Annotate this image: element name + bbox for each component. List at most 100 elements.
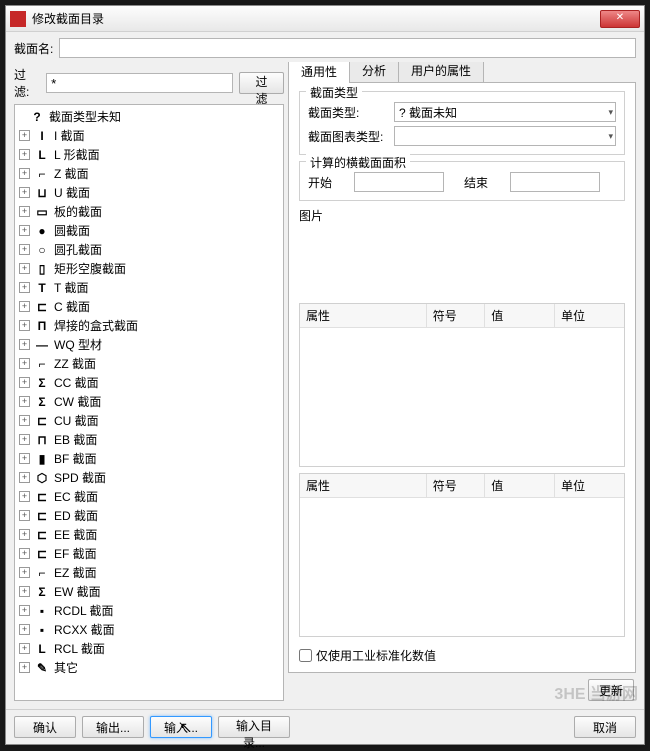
expand-icon[interactable]: + <box>19 149 30 160</box>
cancel-button[interactable]: 取消 <box>574 716 636 738</box>
section-name-label: 截面名: <box>14 40 53 57</box>
expand-icon[interactable]: + <box>19 206 30 217</box>
ok-button[interactable]: 确认 <box>14 716 76 738</box>
property-table-1[interactable]: 属性 符号 值 单位 <box>299 303 625 467</box>
section-shape-icon: Σ <box>34 585 50 599</box>
expand-icon[interactable]: + <box>19 548 30 559</box>
expand-icon[interactable]: + <box>19 130 30 141</box>
tree-item[interactable]: +⊏EE 截面 <box>15 525 283 544</box>
import-dir-button[interactable]: 输入目录... <box>218 716 290 738</box>
section-shape-icon: ⊓ <box>34 433 50 447</box>
tree-item-label: 板的截面 <box>54 203 102 220</box>
end-input[interactable] <box>510 172 600 192</box>
tree-item[interactable]: +⌐ZZ 截面 <box>15 354 283 373</box>
tree-item[interactable]: +○圆孔截面 <box>15 240 283 259</box>
tree-item[interactable]: +ΣCC 截面 <box>15 373 283 392</box>
property-table-2[interactable]: 属性 符号 值 单位 <box>299 473 625 637</box>
expand-icon[interactable]: + <box>19 225 30 236</box>
expand-icon[interactable]: + <box>19 187 30 198</box>
section-name-input[interactable] <box>59 38 636 58</box>
filter-row: 过滤: 过滤 <box>14 66 284 100</box>
expand-icon[interactable]: + <box>19 396 30 407</box>
tree-item[interactable]: +⊓EB 截面 <box>15 430 283 449</box>
expand-icon[interactable]: + <box>19 529 30 540</box>
expand-icon[interactable]: + <box>19 586 30 597</box>
tree-item[interactable]: +⌐Z 截面 <box>15 164 283 183</box>
tree-item[interactable]: +●圆截面 <box>15 221 283 240</box>
expand-icon[interactable]: + <box>19 415 30 426</box>
tree-item[interactable]: +⬡SPD 截面 <box>15 468 283 487</box>
tree-item[interactable]: +LL 形截面 <box>15 145 283 164</box>
section-shape-icon: ▭ <box>34 205 50 219</box>
tree-item[interactable]: +II 截面 <box>15 126 283 145</box>
chevron-down-icon: ▾ <box>608 107 613 118</box>
expand-icon[interactable]: + <box>19 643 30 654</box>
export-button[interactable]: 输出... <box>82 716 144 738</box>
expand-icon[interactable]: + <box>19 168 30 179</box>
expand-icon[interactable]: + <box>19 472 30 483</box>
tree-item[interactable]: +⊏EC 截面 <box>15 487 283 506</box>
tree-item-label: EW 截面 <box>54 583 101 600</box>
tree-item[interactable]: +TT 截面 <box>15 278 283 297</box>
import-button[interactable]: 输入... <box>150 716 212 738</box>
expand-icon[interactable]: + <box>19 377 30 388</box>
tab-analysis[interactable]: 分析 <box>349 62 399 82</box>
col-unit: 单位 <box>555 304 624 327</box>
tree-item[interactable]: +⊏CU 截面 <box>15 411 283 430</box>
tree-item[interactable]: +LRCL 截面 <box>15 639 283 658</box>
right-pane: 通用性分析用户的属性 截面类型 截面类型: ? 截面未知 ▾ 截面图表类型: <box>288 62 636 701</box>
expand-icon[interactable]: + <box>19 491 30 502</box>
only-standard-checkbox[interactable] <box>299 649 312 662</box>
tree-item[interactable]: + Σ EW 截面 <box>15 582 283 601</box>
filter-button[interactable]: 过滤 <box>239 72 284 94</box>
section-chart-combo[interactable]: ▾ <box>394 126 616 146</box>
section-type-label: 截面类型: <box>308 104 388 121</box>
expand-icon[interactable]: + <box>19 662 30 673</box>
section-shape-icon: ⊏ <box>34 528 50 542</box>
tree-item[interactable]: +⊏ED 截面 <box>15 506 283 525</box>
expand-icon[interactable]: + <box>19 244 30 255</box>
tree-item[interactable]: +▪RCXX 截面 <box>15 620 283 639</box>
tree-item[interactable]: +⌐EZ 截面 <box>15 563 283 582</box>
tree-item[interactable]: +⊔U 截面 <box>15 183 283 202</box>
expand-icon[interactable]: + <box>19 453 30 464</box>
expand-icon[interactable]: + <box>19 339 30 350</box>
section-tree[interactable]: ?截面类型未知+II 截面+LL 形截面+⌐Z 截面+⊔U 截面+▭板的截面+●… <box>14 104 284 701</box>
expand-icon[interactable]: + <box>19 624 30 635</box>
tree-item[interactable]: + ▭ 板的截面 <box>15 202 283 221</box>
update-button[interactable]: 更新 <box>588 679 634 701</box>
tree-item[interactable]: +—WQ 型材 <box>15 335 283 354</box>
section-shape-icon: ○ <box>34 243 50 257</box>
filter-input[interactable] <box>46 73 233 93</box>
tree-item-label: L 形截面 <box>54 146 100 163</box>
start-input[interactable] <box>354 172 444 192</box>
expand-icon[interactable]: + <box>19 605 30 616</box>
close-button[interactable]: ✕ <box>600 10 640 28</box>
section-shape-icon: Σ <box>34 395 50 409</box>
expand-icon[interactable]: + <box>19 301 30 312</box>
tab-userattr[interactable]: 用户的属性 <box>398 62 484 82</box>
group-section-type: 截面类型 截面类型: ? 截面未知 ▾ 截面图表类型: <box>299 91 625 155</box>
expand-icon[interactable]: + <box>19 358 30 369</box>
section-type-combo[interactable]: ? 截面未知 ▾ <box>394 102 616 122</box>
expand-icon[interactable]: + <box>19 282 30 293</box>
tree-item[interactable]: +▮BF 截面 <box>15 449 283 468</box>
expand-icon[interactable]: + <box>19 263 30 274</box>
tree-item[interactable]: +ΣCW 截面 <box>15 392 283 411</box>
expand-icon[interactable]: + <box>19 567 30 578</box>
tree-item[interactable]: +▯矩形空腹截面 <box>15 259 283 278</box>
expand-icon[interactable]: + <box>19 434 30 445</box>
tree-item[interactable]: +Π焊接的盒式截面 <box>15 316 283 335</box>
col-value: 值 <box>485 474 555 497</box>
tree-item[interactable]: ?截面类型未知 <box>15 107 283 126</box>
tree-item[interactable]: +⊏EF 截面 <box>15 544 283 563</box>
tree-item[interactable]: +✎其它 <box>15 658 283 677</box>
expand-icon[interactable]: + <box>19 510 30 521</box>
content-area: 截面名: 过滤: 过滤 ?截面类型未知+II 截面+LL 形截面+⌐Z 截面+⊔… <box>6 32 644 709</box>
tab-general[interactable]: 通用性 <box>288 62 350 83</box>
expand-icon[interactable]: + <box>19 320 30 331</box>
tree-item[interactable]: +▪RCDL 截面 <box>15 601 283 620</box>
tree-item[interactable]: +⊏C 截面 <box>15 297 283 316</box>
section-shape-icon: Π <box>34 319 50 333</box>
tree-item-label: 其它 <box>54 659 78 676</box>
